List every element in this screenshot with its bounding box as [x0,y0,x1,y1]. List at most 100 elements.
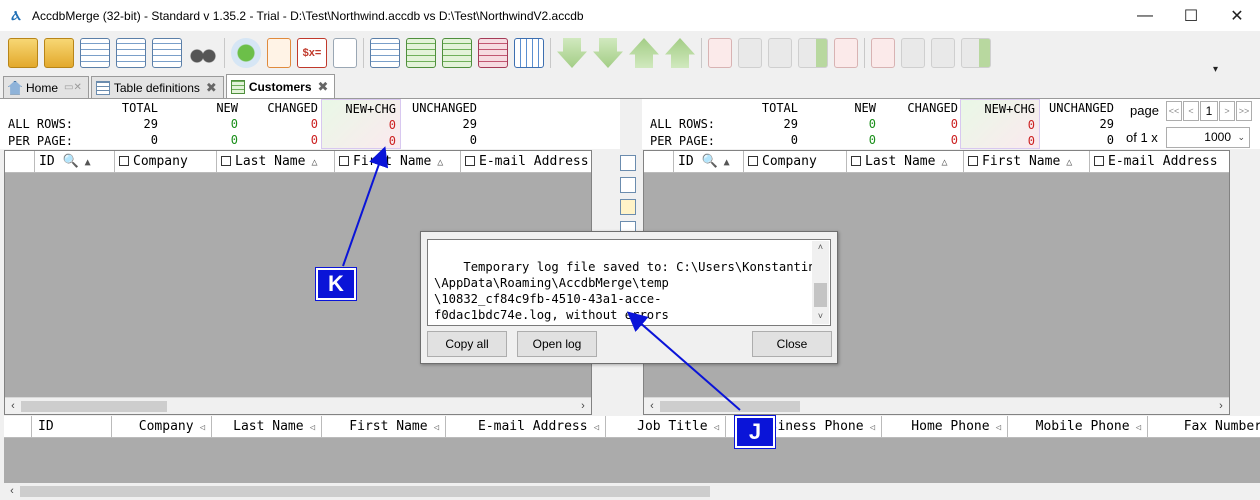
open-folder-icon[interactable] [44,38,74,68]
scroll-down-icon[interactable]: ˅ [812,310,829,324]
column-checkbox[interactable] [968,156,978,166]
invert-check-icon[interactable] [768,38,792,68]
scroll-left-icon[interactable]: ‹ [5,398,21,415]
select-query-icon[interactable] [116,38,146,68]
log-text-area[interactable]: Temporary log file saved to: C:\Users\Ko… [427,239,831,326]
column-header-company[interactable]: Company [744,151,847,172]
column-checkbox[interactable] [119,156,129,166]
scroll-right-icon[interactable]: › [575,398,591,415]
close-icon[interactable]: ✖ [206,80,217,96]
column-header-home-phone[interactable]: Home Phone ◁ [882,416,1008,437]
stat-col-unchanged[interactable]: UNCHANGED 29 0 [405,99,477,149]
next-difference-icon[interactable] [557,38,587,68]
open-database-icon[interactable] [8,38,38,68]
close-dialog-button[interactable]: Close [752,331,832,357]
column-header-last-name[interactable]: Last Name △ [847,151,964,172]
stat-col-new-chg[interactable]: NEW+CHG 0 0 [960,99,1040,149]
scroll-thumb[interactable] [814,283,827,307]
scroll-left-icon[interactable]: ‹ [4,483,20,500]
tab-table-definitions[interactable]: Table definitions ✖ [90,76,224,98]
copy-all-button[interactable]: Copy all [427,331,507,357]
column-header-first-name[interactable]: First Name ◁ [322,416,446,437]
delete-checked-icon[interactable] [834,38,858,68]
column-header-last-name[interactable]: Last Name ◁ [212,416,322,437]
uncheck-right-icon[interactable] [901,38,925,68]
binoculars-icon[interactable] [188,38,218,68]
first-page-button[interactable]: << [1166,101,1182,121]
column-checkbox[interactable] [339,156,349,166]
column-header-mobile-phone[interactable]: Mobile Phone ◁ [1008,416,1148,437]
column-header-email[interactable]: E-mail Address ◁ [446,416,606,437]
close-icon[interactable]: ▭✕ [64,82,82,93]
close-icon[interactable]: ✖ [318,79,329,95]
copy-document-icon[interactable] [333,38,357,68]
previous-page-button[interactable]: < [1183,101,1199,121]
column-header-last-name[interactable]: Last Name △ [217,151,335,172]
grid-layout-icon[interactable] [370,38,400,68]
column-checkbox[interactable] [851,156,861,166]
first-difference-icon[interactable] [665,38,695,68]
left-grid-horizontal-scrollbar[interactable]: ‹ › [5,397,591,414]
column-header-id[interactable]: ID [32,416,112,437]
scroll-right-icon[interactable]: › [1213,398,1229,415]
scroll-thumb[interactable] [660,401,800,412]
column-header-company[interactable]: Company ◁ [112,416,212,437]
check-all-icon[interactable] [708,38,732,68]
maximize-button[interactable]: ☐ [1168,0,1214,31]
column-header-first-name[interactable]: First Name △ [335,151,461,172]
stat-col-new[interactable]: NEW 0 0 [170,99,238,149]
column-header-id[interactable]: ID 🔍 ▲ [35,151,115,172]
column-checkbox[interactable] [221,156,231,166]
bottom-detail-grid[interactable]: ID Company ◁ Last Name ◁ First Name ◁ E-mai… [4,416,1260,500]
column-header-first-name[interactable]: First Name △ [964,151,1090,172]
bottom-grid-horizontal-scrollbar[interactable]: ‹ [4,483,1260,500]
grid-new-icon[interactable] [406,38,436,68]
check-right-icon[interactable] [871,38,895,68]
stat-col-total[interactable]: TOTAL 29 0 [742,99,798,149]
stat-col-total[interactable]: TOTAL 29 0 [100,99,158,149]
checkbox-list-icon[interactable] [620,155,636,171]
stat-col-new[interactable]: NEW 0 0 [812,99,876,149]
minimize-button[interactable]: — [1122,0,1168,31]
invert-right-icon[interactable] [931,38,955,68]
column-header-email[interactable]: E-mail Address [1090,151,1229,172]
grid-columns-icon[interactable] [514,38,544,68]
edit-table-icon[interactable] [620,199,636,215]
column-header-email[interactable]: E-mail Address [461,151,591,172]
previous-difference-icon[interactable] [629,38,659,68]
row-selector-header[interactable] [5,151,35,172]
log-vertical-scrollbar[interactable]: ˄ ˅ [812,241,829,324]
column-checkbox[interactable] [1094,156,1104,166]
stat-col-unchanged[interactable]: UNCHANGED 29 0 [1042,99,1114,149]
uncheck-all-icon[interactable] [738,38,762,68]
open-log-button[interactable]: Open log [517,331,597,357]
refresh-icon[interactable] [231,38,261,68]
stat-col-changed[interactable]: CHANGED 0 0 [240,99,318,149]
scroll-thumb[interactable] [20,486,710,497]
tables-icon[interactable] [80,38,110,68]
current-page-field[interactable]: 1 [1200,101,1218,121]
apply-right-icon[interactable] [798,38,828,68]
right-grid-horizontal-scrollbar[interactable]: ‹ › [644,397,1229,414]
tab-customers[interactable]: Customers ✖ [225,74,336,98]
close-window-button[interactable]: ✕ [1214,0,1260,31]
stat-col-changed[interactable]: CHANGED 0 0 [882,99,958,149]
row-selector-header[interactable] [4,416,32,437]
column-header-id[interactable]: ID 🔍 ▲ [674,151,744,172]
last-page-button[interactable]: >> [1236,101,1252,121]
next-page-button[interactable]: > [1219,101,1235,121]
column-header-fax-number[interactable]: Fax Number [1148,416,1260,437]
tab-home[interactable]: Home ▭✕ [3,76,89,98]
scroll-up-icon[interactable]: ˄ [812,241,829,255]
export-excel-icon[interactable] [267,38,291,68]
grid-settings-icon[interactable] [620,177,636,193]
row-selector-header[interactable] [644,151,674,172]
toolbar-overflow-icon[interactable]: ▾ [1213,64,1218,75]
page-size-select[interactable]: 1000 ⌄ [1166,127,1250,148]
column-checkbox[interactable] [748,156,758,166]
column-checkbox[interactable] [465,156,475,166]
formula-settings-icon[interactable]: $x= [297,38,327,68]
settings-grid-icon[interactable] [152,38,182,68]
column-header-job-title[interactable]: Job Title ◁ [606,416,726,437]
last-difference-icon[interactable] [593,38,623,68]
